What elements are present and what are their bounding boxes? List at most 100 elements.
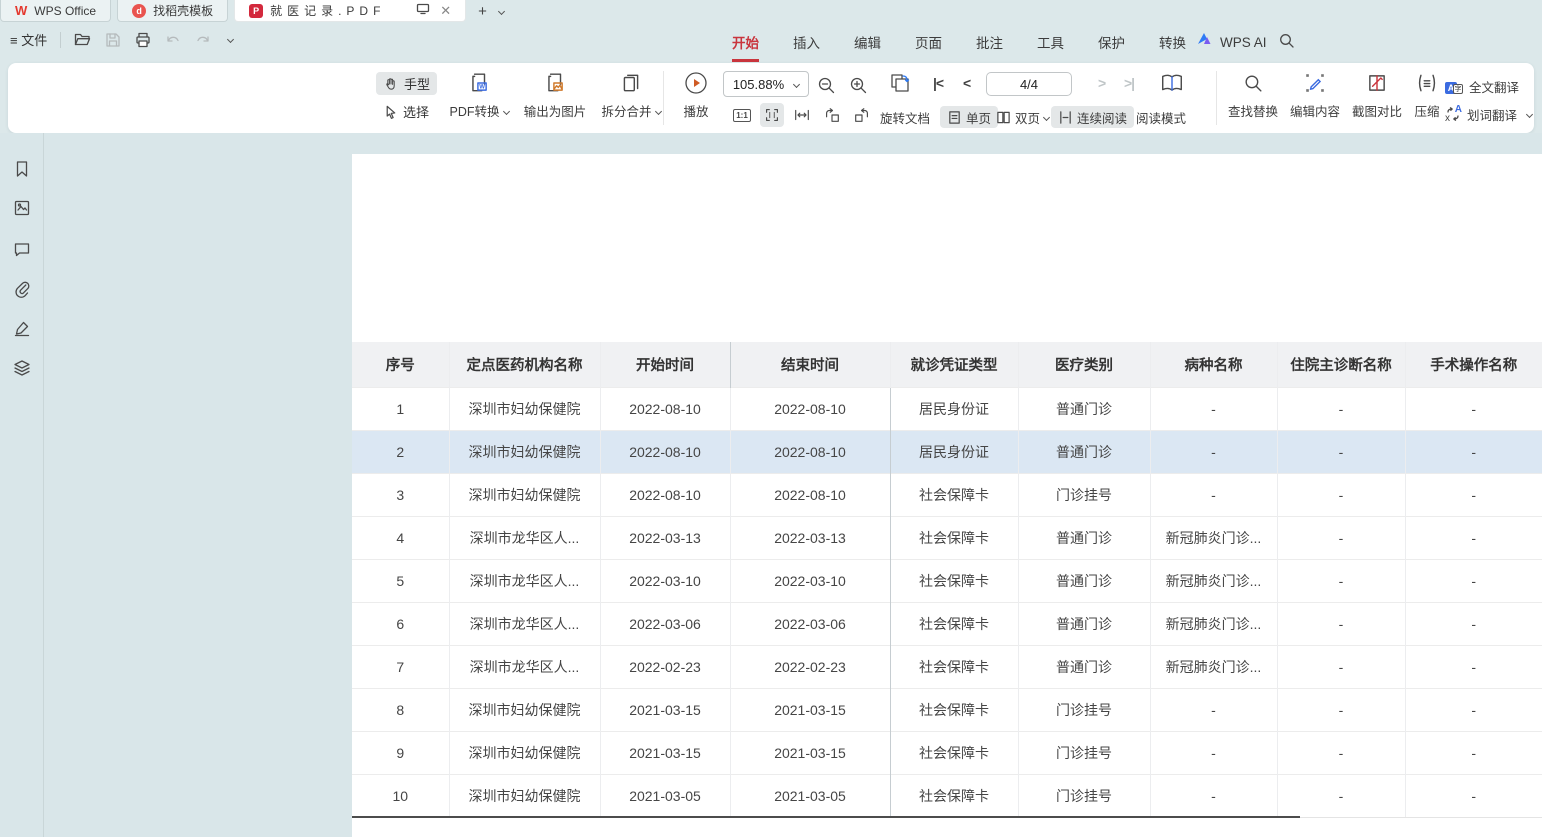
signature-icon[interactable]	[13, 319, 31, 337]
hand-tool-button[interactable]: 手型	[376, 72, 437, 95]
file-menu-button[interactable]: ≡ 文件	[10, 30, 47, 49]
rotate-right-icon[interactable]	[850, 103, 874, 127]
table-cell: -	[1150, 731, 1277, 774]
menu-item[interactable]: 工具	[1037, 28, 1064, 56]
zoom-in-icon[interactable]	[846, 73, 870, 97]
page-number-input[interactable]	[986, 72, 1072, 96]
next-page-button[interactable]: >	[1098, 75, 1105, 91]
table-cell: -	[1277, 602, 1405, 645]
search-icon[interactable]	[1278, 32, 1295, 54]
svg-text:W: W	[479, 85, 485, 91]
quick-access-chevron-icon[interactable]	[227, 36, 234, 43]
table-cell: 社会保障卡	[890, 559, 1018, 602]
table-header-cell: 病种名称	[1150, 342, 1277, 387]
table-cell: 普通门诊	[1018, 430, 1150, 473]
table-cell: 2021-03-15	[600, 731, 730, 774]
rotate-doc-label[interactable]: 旋转文档	[880, 106, 930, 128]
table-cell: 社会保障卡	[890, 516, 1018, 559]
screenshot-compare-button[interactable]: 截图对比	[1346, 70, 1408, 120]
table-cell: -	[1405, 430, 1542, 473]
menu-item[interactable]: 转换	[1159, 28, 1186, 56]
tab-list-chevron-icon[interactable]	[498, 7, 505, 14]
tab-docer-templates[interactable]: d 找稻壳模板	[117, 0, 228, 22]
divider	[1216, 71, 1217, 125]
export-image-icon	[513, 70, 597, 96]
table-cell: 深圳市龙华区人...	[449, 559, 600, 602]
table-row: 9 深圳市妇幼保健院 2021-03-15 2021-03-15 社会保障卡 门…	[352, 731, 1542, 774]
table-cell: 门诊挂号	[1018, 473, 1150, 516]
table-row: 2 深圳市妇幼保健院 2022-08-10 2022-08-10 居民身份证 普…	[352, 430, 1542, 473]
table-cell: -	[1150, 387, 1277, 430]
continuous-read-button[interactable]: 连续阅读	[1051, 106, 1134, 128]
docer-icon: d	[132, 4, 146, 18]
full-translate-icon: A字	[1445, 78, 1463, 94]
table-cell: 2021-03-05	[600, 774, 730, 817]
undo-icon[interactable]	[164, 31, 181, 48]
tab-medical-record-pdf[interactable]: P 就医记录.PDF ✕	[234, 0, 466, 22]
table-cell: 2	[352, 430, 449, 473]
menu-item[interactable]: 开始	[732, 28, 759, 56]
open-file-icon[interactable]	[74, 31, 91, 48]
layers-icon[interactable]	[13, 359, 31, 377]
print-icon[interactable]	[134, 31, 151, 48]
split-merge-button[interactable]: 拆分合并	[592, 70, 670, 120]
last-page-button[interactable]: >|	[1124, 75, 1134, 91]
save-icon[interactable]	[104, 31, 121, 48]
prev-page-button[interactable]: <	[963, 75, 970, 91]
double-page-button[interactable]: 双页	[996, 106, 1049, 128]
table-header-row: 序号定点医药机构名称开始时间结束时间就诊凭证类型医疗类别病种名称住院主诊断名称手…	[352, 342, 1542, 387]
table-cell: -	[1277, 688, 1405, 731]
table-row: 1 深圳市妇幼保健院 2022-08-10 2022-08-10 居民身份证 普…	[352, 387, 1542, 430]
table-cell: -	[1405, 473, 1542, 516]
edit-content-button[interactable]: 编辑内容	[1284, 70, 1346, 120]
table-cell: 2022-08-10	[600, 430, 730, 473]
zoom-level-select[interactable]: 105.88%	[723, 71, 809, 97]
compress-button[interactable]: 压缩	[1406, 70, 1448, 120]
thumbnail-icon[interactable]	[13, 199, 31, 217]
play-button[interactable]: 播放	[671, 70, 721, 120]
table-header-cell: 手术操作名称	[1405, 342, 1542, 387]
table-row: 3 深圳市妇幼保健院 2022-08-10 2022-08-10 社会保障卡 门…	[352, 473, 1542, 516]
table-cell: -	[1150, 774, 1277, 817]
actual-size-icon[interactable]: 1:1	[730, 103, 754, 127]
export-image-button[interactable]: 输出为图片	[513, 70, 597, 120]
menu-item[interactable]: WPS AI	[1220, 31, 1267, 54]
word-translate-button[interactable]: Ax 划词翻译	[1445, 103, 1532, 125]
pdf-convert-button[interactable]: W PDF转换	[440, 70, 518, 120]
find-replace-button[interactable]: 查找替换	[1222, 70, 1284, 120]
menu-item[interactable]: 编辑	[854, 28, 881, 56]
bookmark-icon[interactable]	[13, 160, 31, 178]
table-cell: 2022-03-06	[600, 602, 730, 645]
menu-item[interactable]: 页面	[915, 28, 942, 56]
tab-wps-office[interactable]: W WPS Office	[0, 0, 111, 22]
fit-page-icon[interactable]	[760, 103, 784, 127]
select-tool-button[interactable]: 选择	[376, 100, 436, 123]
table-cell: 4	[352, 516, 449, 559]
single-page-button[interactable]: 单页	[940, 106, 998, 128]
table-cell: 深圳市妇幼保健院	[449, 430, 600, 473]
table-cell: 新冠肺炎门诊...	[1150, 645, 1277, 688]
full-translate-button[interactable]: A字 全文翻译	[1445, 75, 1519, 97]
table-cell: 2021-03-15	[730, 688, 890, 731]
fit-width-icon[interactable]	[790, 103, 814, 127]
wps-ai-logo-icon	[1196, 32, 1212, 51]
rotate-pages-icon[interactable]	[888, 71, 912, 95]
close-tab-icon[interactable]: ✕	[440, 3, 451, 19]
zoom-out-icon[interactable]	[814, 73, 838, 97]
redo-icon[interactable]	[194, 31, 211, 48]
attachment-icon[interactable]	[13, 280, 31, 298]
new-tab-button[interactable]: +	[478, 3, 487, 20]
menu-item[interactable]: 批注	[976, 28, 1003, 56]
comment-icon[interactable]	[13, 240, 31, 258]
table-cell: 2022-03-13	[730, 516, 890, 559]
rotate-left-icon[interactable]	[820, 103, 844, 127]
menu-item[interactable]: 保护	[1098, 28, 1125, 56]
read-mode-icon	[1160, 71, 1184, 95]
monitor-icon[interactable]	[416, 3, 430, 18]
menu-item[interactable]: 插入	[793, 28, 820, 56]
table-cell: 门诊挂号	[1018, 688, 1150, 731]
table-cell: 深圳市妇幼保健院	[449, 473, 600, 516]
tab-label: 找稻壳模板	[153, 2, 213, 19]
first-page-button[interactable]: |<	[933, 75, 943, 91]
read-mode-button[interactable]: 阅读模式	[1136, 106, 1186, 128]
